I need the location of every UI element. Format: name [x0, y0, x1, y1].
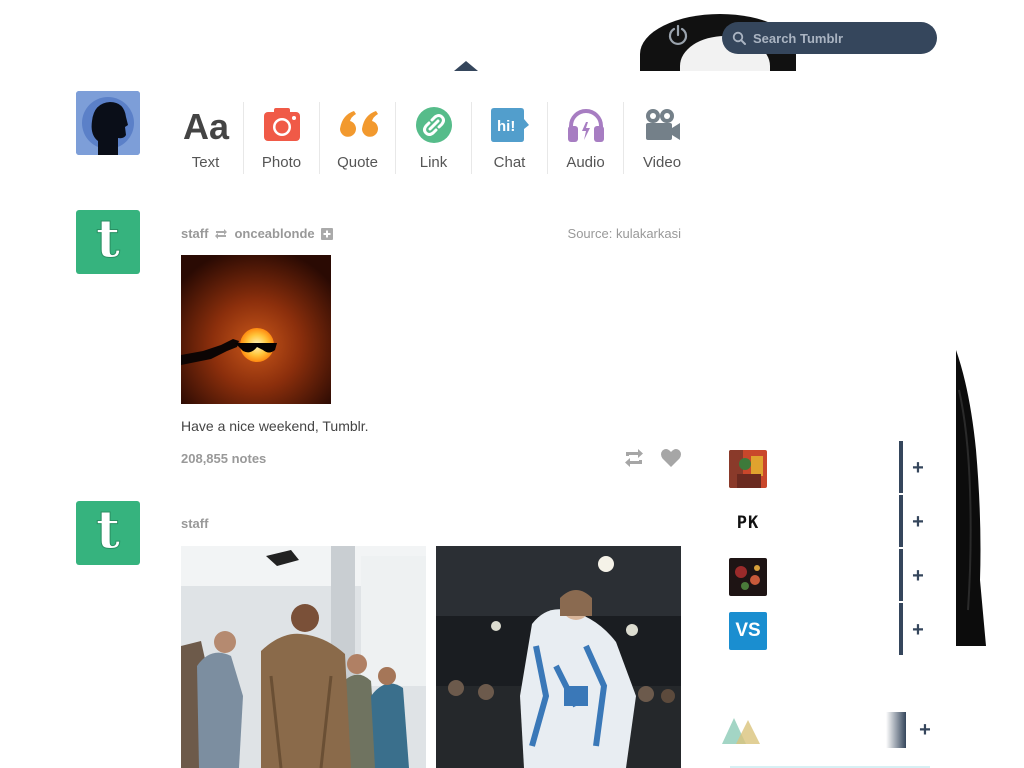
follow-plus-icon[interactable] [320, 227, 333, 240]
post-type-label: Photo [261, 154, 302, 171]
recommended-blog-item: + [722, 712, 942, 768]
quote-icon [339, 111, 378, 137]
post-type-text[interactable]: Aa Text [168, 102, 244, 174]
video-camera-icon [646, 109, 680, 140]
tumblr-logo-icon: t [95, 500, 121, 561]
headphones-icon [567, 109, 604, 142]
follow-divider [899, 549, 903, 601]
post-type-label: Audio [566, 154, 605, 171]
follow-button[interactable]: + [916, 712, 934, 748]
post-photo-runway-right[interactable] [436, 546, 681, 768]
post-type-label: Video [642, 154, 682, 171]
text-icon: Aa [183, 106, 230, 145]
follow-divider [899, 495, 903, 547]
chat-icon: hi! [490, 108, 529, 142]
vs-logo-thumb[interactable]: VS [729, 612, 767, 650]
dashboard-caret [454, 61, 478, 71]
follow-divider [899, 441, 903, 493]
post-caption: Have a nice weekend, Tumblr. [181, 418, 369, 434]
recommended-blog-item: + [729, 549, 949, 612]
recommended-blog-item: VS + [729, 603, 949, 666]
svg-text:hi!: hi! [497, 118, 515, 135]
camera-icon [263, 108, 300, 141]
vs-logo-text: VS [735, 620, 761, 641]
blog-avatar-staff[interactable]: t [76, 501, 140, 565]
pk-logo-text: PK [736, 513, 760, 533]
power-icon[interactable] [667, 24, 689, 46]
user-avatar[interactable] [76, 91, 140, 155]
post-type-label: Link [419, 154, 448, 171]
post-notes-count[interactable]: 208,855 notes [181, 451, 266, 466]
post-type-link[interactable]: Link [396, 102, 472, 174]
triangles-thumb[interactable] [722, 712, 760, 746]
post-type-chat[interactable]: hi! Chat [472, 102, 548, 174]
colorful-photo-thumb[interactable] [729, 450, 767, 488]
reblog-icon [625, 449, 643, 467]
like-button[interactable] [660, 447, 682, 469]
post-type-photo[interactable]: Photo [244, 102, 320, 174]
heart-icon [661, 449, 681, 467]
post-header: staff onceablonde [181, 226, 333, 241]
post-author-link[interactable]: staff [181, 226, 208, 241]
search-icon [732, 31, 746, 45]
post-type-label: Quote [337, 154, 378, 171]
pk-logo-thumb[interactable]: PK [729, 504, 767, 542]
reblogged-from-link[interactable]: onceablonde [234, 226, 314, 241]
dark-floral-thumb[interactable] [729, 558, 767, 596]
reblog-button[interactable] [623, 447, 645, 469]
blog-avatar-staff[interactable]: t [76, 210, 140, 274]
follow-button[interactable]: + [909, 613, 927, 647]
recommended-blog-item: PK + [729, 495, 949, 558]
post-type-label: Text [191, 154, 220, 171]
follow-divider [899, 603, 903, 655]
background-decoration [956, 350, 988, 646]
svg-text:Aa: Aa [183, 106, 230, 145]
source-link[interactable]: kulakarkasi [616, 226, 681, 241]
search-input[interactable] [753, 30, 923, 46]
source-label: Source: [567, 226, 613, 241]
post-photo-runway-left[interactable] [181, 546, 426, 768]
gradient-thumb [886, 712, 906, 748]
search-bar[interactable] [722, 22, 937, 54]
post-type-label: Chat [493, 154, 526, 171]
post-type-bar: Aa Text Photo Quote Link hi! Chat Audio … [168, 102, 700, 174]
reblog-small-icon [215, 228, 228, 239]
follow-button[interactable]: + [909, 505, 927, 539]
post-type-quote[interactable]: Quote [320, 102, 396, 174]
follow-button[interactable]: + [909, 559, 927, 593]
post-type-audio[interactable]: Audio [548, 102, 624, 174]
follow-button[interactable]: + [909, 451, 927, 485]
recommended-blog-item: + [729, 441, 949, 504]
post-source[interactable]: Source: kulakarkasi [568, 226, 681, 241]
post-photo-sunset[interactable] [181, 255, 331, 404]
post-author-link[interactable]: staff [181, 516, 208, 531]
post-header: staff [181, 516, 208, 531]
tumblr-logo-icon: t [95, 209, 121, 270]
link-icon [415, 107, 452, 143]
post-type-video[interactable]: Video [624, 102, 700, 174]
